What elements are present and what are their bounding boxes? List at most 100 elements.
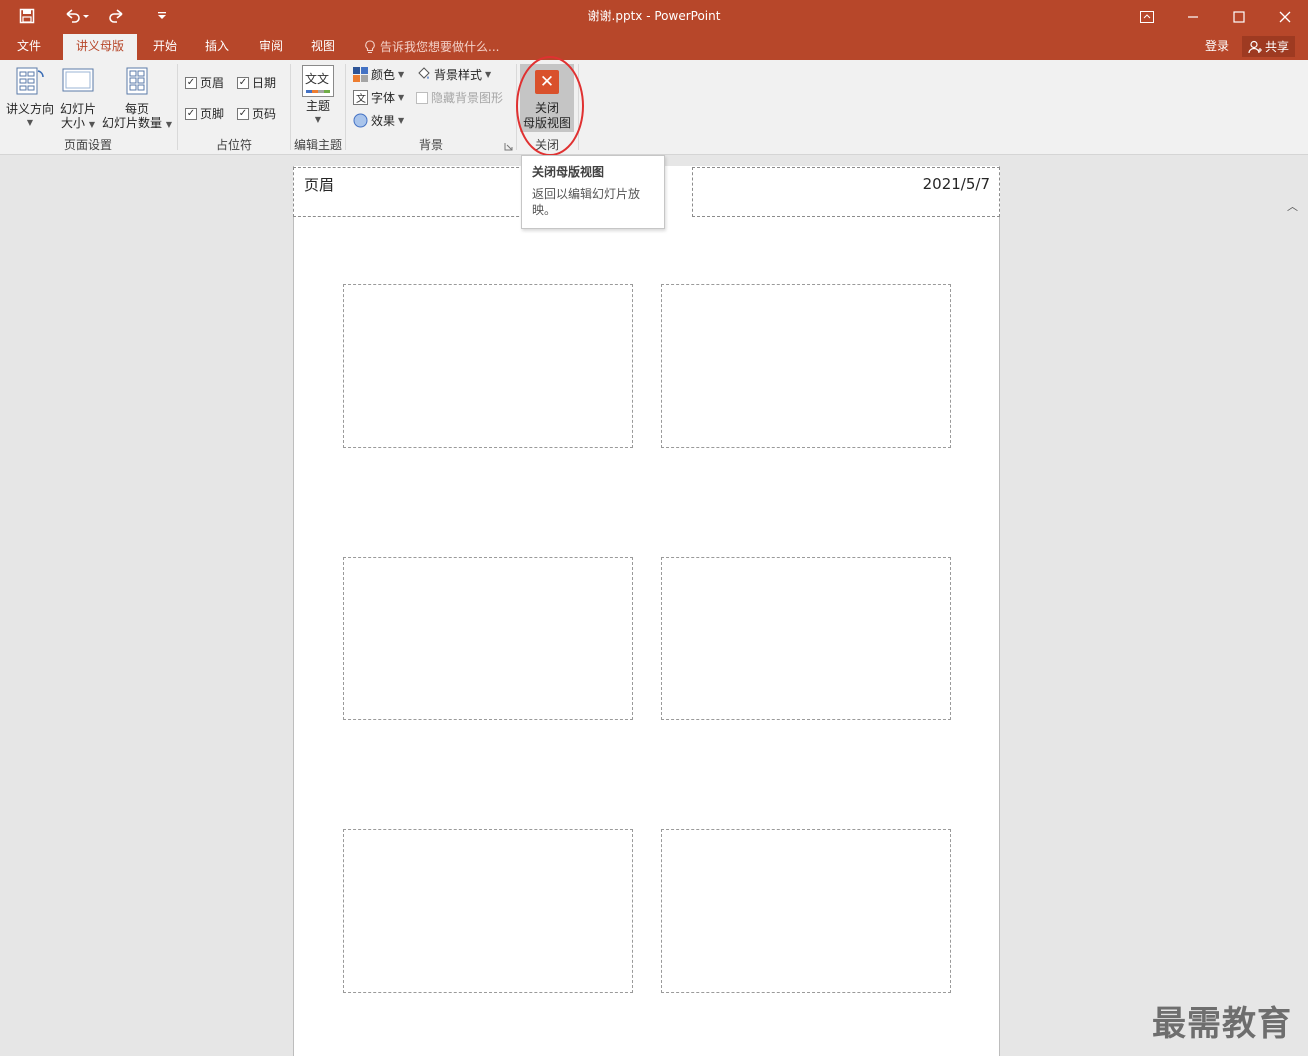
chevron-down-icon: ▼ (485, 70, 492, 79)
group-label-page-setup: 页面设置 (63, 138, 112, 152)
slides-per-page-label-2-text: 幻灯片数量 (102, 116, 163, 130)
date-text: 2021/5/7 (922, 175, 990, 193)
chevron-down-icon: ▼ (398, 116, 405, 125)
slide-placeholder[interactable] (661, 557, 951, 720)
background-styles-label: 背景样式 (434, 68, 483, 82)
checkbox-date[interactable]: ✓ 日期 (237, 74, 276, 91)
customize-icon[interactable] (150, 5, 174, 27)
checkmark-icon: ✓ (237, 107, 249, 120)
slides-per-page-label-1: 每页 (124, 102, 149, 116)
minimize-icon[interactable] (1170, 0, 1216, 33)
chevron-down-icon: ▼ (165, 120, 172, 129)
slides-per-page-icon (100, 65, 174, 100)
tooltip: 关闭母版视图 返回以编辑幻灯片放映。 (521, 155, 665, 229)
undo-icon[interactable] (58, 5, 94, 27)
title-bar: 谢谢.pptx - PowerPoint (0, 0, 1308, 33)
checkbox-page-number-label: 页码 (252, 107, 277, 121)
tooltip-body: 返回以编辑幻灯片放映。 (532, 187, 641, 217)
colors-label: 颜色 (371, 68, 396, 82)
tab-file[interactable]: 文件 (6, 33, 52, 60)
theme-color-bar (306, 90, 330, 93)
background-styles-button[interactable]: 背景样式 ▼ (416, 66, 491, 83)
tab-review[interactable]: 审阅 (250, 33, 292, 60)
slide-placeholder[interactable] (343, 284, 633, 448)
hide-background-label: 隐藏背景图形 (431, 91, 504, 105)
theme-label: 主题 (305, 99, 330, 113)
person-icon (1248, 40, 1262, 53)
hide-background-checkbox[interactable]: 隐藏背景图形 (416, 89, 503, 106)
checkbox-header-label: 页眉 (200, 76, 225, 90)
redo-icon[interactable] (104, 5, 130, 27)
checkmark-icon: ✓ (185, 76, 197, 89)
slide-size-button[interactable]: 幻灯片 大小 ▼ (56, 65, 100, 132)
slide-size-label-2: 大小 ▼ (56, 116, 100, 132)
close-master-label-2: 母版视图 (522, 116, 571, 130)
share-button[interactable]: 共享 (1242, 36, 1296, 57)
close-icon[interactable] (1262, 0, 1308, 33)
close-master-label-1: 关闭 (534, 101, 559, 115)
theme-button[interactable]: 文文 主题 ▼ (297, 65, 339, 127)
checkbox-header[interactable]: ✓ 页眉 (185, 74, 224, 91)
slides-per-page-label-2: 幻灯片数量 ▼ (100, 116, 174, 132)
chevron-down-icon: ▼ (398, 93, 405, 102)
chevron-down-icon: ▼ (398, 70, 405, 79)
collapse-ribbon-icon[interactable]: ︿ (1287, 198, 1298, 214)
tab-view[interactable]: 视图 (302, 33, 344, 60)
slide-size-icon (56, 65, 100, 100)
tooltip-title: 关闭母版视图 (532, 165, 605, 179)
save-icon[interactable] (14, 5, 40, 27)
chevron-down-icon: ▼ (314, 115, 322, 124)
close-master-view-button[interactable]: ✕ 关闭 母版视图 (520, 64, 574, 132)
share-label: 共享 (1265, 40, 1290, 54)
tab-insert[interactable]: 插入 (196, 33, 238, 60)
checkbox-box (416, 91, 428, 104)
slide-placeholder[interactable] (661, 284, 951, 448)
slide-size-label-2-text: 大小 (61, 116, 86, 130)
slide-placeholder[interactable] (661, 829, 951, 993)
ribbon: 讲义方向 ▼ 幻灯片 大小 ▼ 每页 幻灯片数量 ▼ 页面设置 ✓ 页眉 ✓ 日期 … (0, 60, 1308, 213)
tab-handout-master[interactable]: 讲义母版 (63, 34, 137, 60)
colors-icon (353, 67, 368, 82)
slide-size-label-1: 幻灯片 (59, 102, 96, 116)
fonts-icon: 文 (353, 90, 368, 105)
group-label-close: 关闭 (534, 138, 559, 152)
handout-orientation-label: 讲义方向 (5, 102, 54, 116)
fonts-label: 字体 (371, 91, 396, 105)
tab-home[interactable]: 开始 (144, 33, 186, 60)
effects-label: 效果 (371, 114, 396, 128)
group-label-background: 背景 (418, 138, 443, 152)
theme-icon-text: 文文 (305, 72, 330, 86)
paint-bucket-icon (418, 67, 430, 79)
slide-placeholder[interactable] (343, 557, 633, 720)
handout-orientation-icon (4, 65, 56, 100)
login-link[interactable]: 登录 (1205, 33, 1229, 60)
tell-me-search[interactable]: 告诉我您想要做什么... (364, 33, 499, 60)
effects-icon (353, 113, 368, 128)
lightbulb-icon (365, 39, 375, 53)
ribbon-display-icon[interactable] (1124, 0, 1170, 33)
theme-icon: 文文 (302, 65, 334, 97)
slide-placeholder[interactable] (343, 829, 633, 993)
slides-per-page-button[interactable]: 每页 幻灯片数量 ▼ (100, 65, 174, 132)
checkbox-page-number[interactable]: ✓ 页码 (237, 105, 276, 122)
close-master-label: 关闭 母版视图 (520, 101, 574, 131)
group-separator (578, 64, 579, 150)
effects-button[interactable]: 效果 ▼ (353, 112, 404, 129)
svg-text:文: 文 (356, 92, 366, 105)
chevron-down-icon: ▼ (88, 120, 95, 129)
dialog-launcher-icon[interactable] (504, 140, 513, 151)
fonts-button[interactable]: 文 字体 ▼ (353, 89, 404, 106)
colors-button[interactable]: 颜色 ▼ (353, 66, 404, 83)
maximize-icon[interactable] (1216, 0, 1262, 33)
close-master-icon: ✕ (535, 70, 559, 94)
checkbox-footer[interactable]: ✓ 页脚 (185, 105, 224, 122)
header-text: 页眉 (304, 176, 335, 194)
watermark: 最需教育 (1152, 1004, 1292, 1044)
group-label-edit-theme: 编辑主题 (293, 138, 342, 152)
checkbox-footer-label: 页脚 (200, 107, 225, 121)
handout-orientation-button[interactable]: 讲义方向 ▼ (4, 65, 56, 130)
tell-me-text: 告诉我您想要做什么... (380, 40, 500, 54)
checkmark-icon: ✓ (237, 76, 249, 89)
group-label-placeholders: 占位符 (215, 138, 252, 152)
window-title: 谢谢.pptx - PowerPoint (587, 9, 721, 23)
